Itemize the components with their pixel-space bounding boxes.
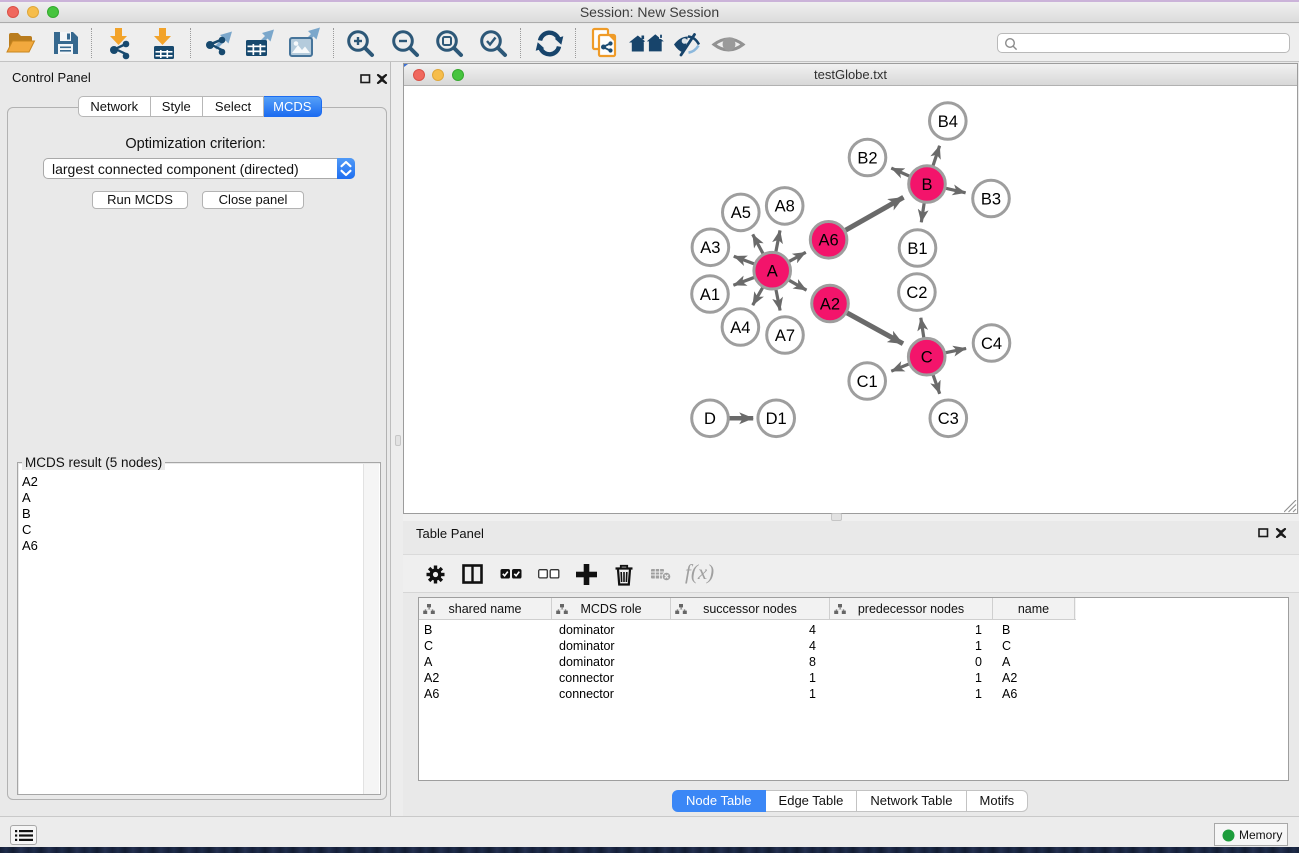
svg-text:B2: B2	[857, 149, 877, 167]
svg-text:A5: A5	[731, 204, 751, 222]
svg-text:B3: B3	[981, 190, 1001, 208]
svg-text:D1: D1	[766, 410, 787, 428]
svg-text:A: A	[767, 263, 778, 281]
svg-text:A6: A6	[819, 232, 839, 250]
svg-text:B4: B4	[938, 113, 958, 131]
svg-text:B1: B1	[907, 240, 927, 258]
svg-text:A7: A7	[775, 327, 795, 345]
svg-text:D: D	[704, 410, 716, 428]
svg-text:C2: C2	[906, 284, 927, 302]
svg-text:C1: C1	[857, 373, 878, 391]
svg-text:A4: A4	[730, 319, 750, 337]
svg-text:C3: C3	[938, 410, 959, 428]
svg-text:A2: A2	[820, 295, 840, 313]
svg-text:A1: A1	[700, 286, 720, 304]
svg-text:C4: C4	[981, 335, 1002, 353]
svg-text:C: C	[921, 349, 933, 367]
svg-text:B: B	[921, 176, 932, 194]
svg-text:A8: A8	[775, 198, 795, 216]
svg-text:A3: A3	[700, 239, 720, 257]
